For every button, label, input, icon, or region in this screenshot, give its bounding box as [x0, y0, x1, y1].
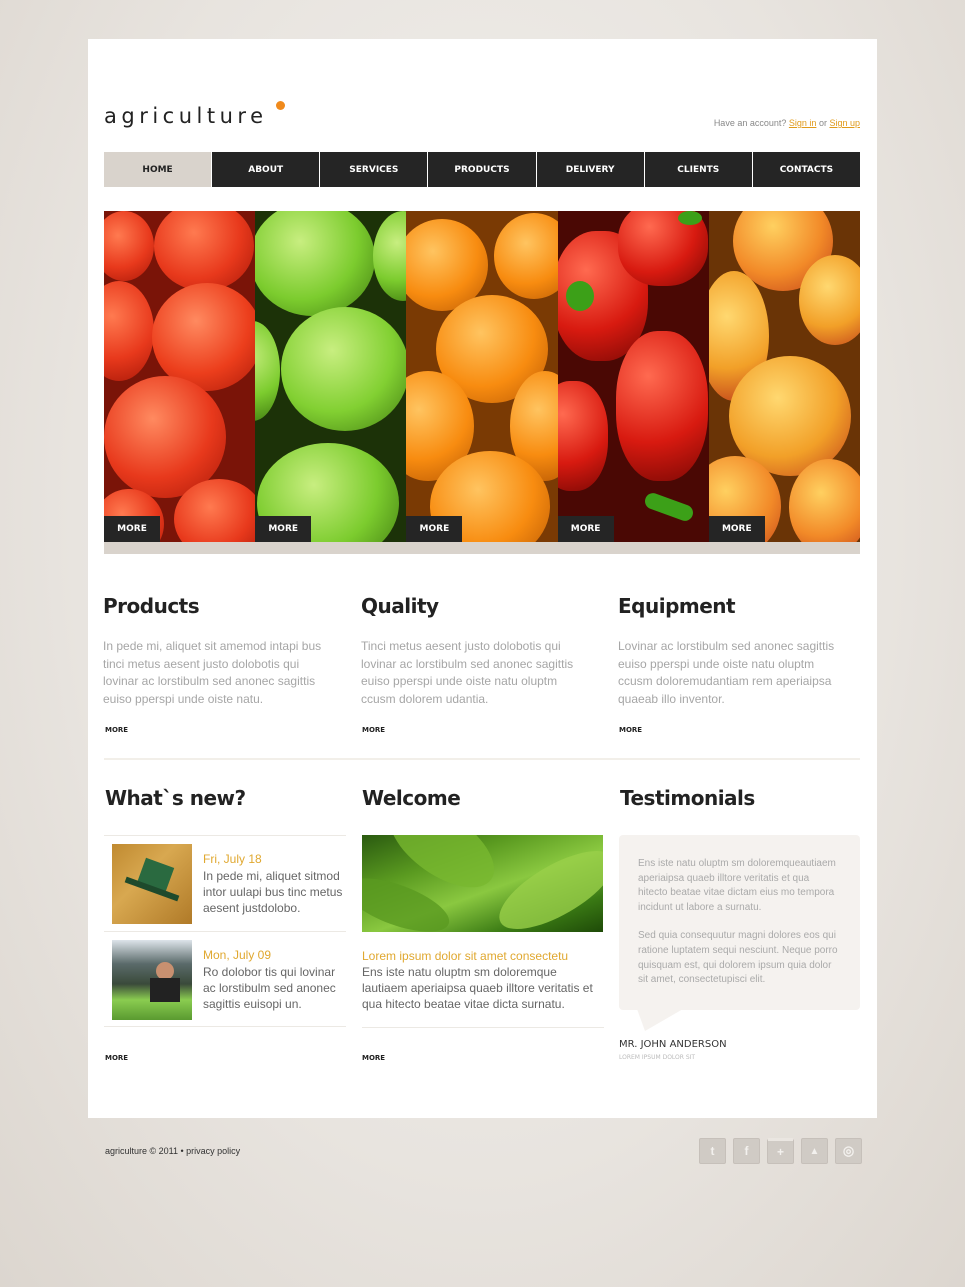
forrst-icon[interactable]: ▲ [801, 1138, 828, 1164]
quality-more-link[interactable]: MORE [362, 726, 385, 734]
whats-new-more-link[interactable]: MORE [105, 1054, 128, 1062]
section-divider [104, 758, 860, 760]
whats-new-title: What`s new? [105, 786, 246, 810]
feature-equipment: Equipment Lovinar ac lorstibulm sed anon… [618, 594, 848, 709]
twitter-icon[interactable]: t [699, 1138, 726, 1164]
welcome-text: Ens iste natu oluptm sm doloremque lauti… [362, 965, 593, 1011]
feature-text: Lovinar ac lorstibulm sed anonec sagitti… [618, 639, 835, 707]
testimonial-paragraph: Ens iste natu oluptm sm doloremqueautiae… [638, 858, 836, 913]
feature-title: Quality [361, 594, 439, 618]
nav-item-clients[interactable]: CLIENTS [643, 152, 752, 187]
footer-copyright[interactable]: agriculture © 2011 • privacy policy [105, 1146, 240, 1156]
logo-dot-icon [276, 101, 285, 110]
welcome-title: Welcome [362, 786, 461, 810]
news-text: In pede mi, aliquet sitmod intor uulapi … [203, 869, 343, 915]
equipment-more-link[interactable]: MORE [619, 726, 642, 734]
main-nav: HOME ABOUT SERVICES PRODUCTS DELIVERY CL… [104, 152, 860, 187]
nav-item-home[interactable]: HOME [104, 152, 212, 187]
news-thumbnail-farmer [112, 940, 192, 1020]
testimonial-paragraph: Sed quia consequutur magni dolores eos q… [638, 930, 838, 986]
sign-up-link[interactable]: Sign up [829, 118, 860, 128]
nav-item-delivery[interactable]: DELIVERY [535, 152, 644, 187]
news-date: Fri, July 18 [203, 852, 262, 866]
quote-tail-icon [637, 1009, 683, 1031]
testimonial-author: MR. JOHN ANDERSON [619, 1039, 727, 1050]
dribbble-icon[interactable]: ◎ [835, 1138, 862, 1164]
feature-products: Products In pede mi, aliquet sit amemod … [103, 594, 333, 709]
testimonial-quote-box: Ens iste natu oluptm sm doloremqueautiae… [619, 835, 860, 1010]
slide-peppers[interactable]: MORE [557, 211, 709, 542]
welcome-divider [362, 1027, 604, 1028]
google-plus-icon[interactable]: + [767, 1138, 794, 1164]
news-date: Mon, July 09 [203, 948, 272, 962]
slide-apples[interactable]: MORE [255, 211, 407, 542]
products-more-link[interactable]: MORE [105, 726, 128, 734]
welcome-section: Welcome [362, 786, 592, 810]
testimonials-title: Testimonials [620, 786, 755, 810]
news-item[interactable]: Mon, July 09 Ro dolobor tis qui lovinar … [104, 931, 346, 1027]
slide-tomatoes[interactable]: MORE [104, 211, 256, 542]
testimonial-author-role: LOREM IPSUM DOLOR SIT [619, 1054, 696, 1061]
feature-text: In pede mi, aliquet sit amemod intapi bu… [103, 639, 322, 707]
slide-more-button[interactable]: MORE [406, 516, 463, 542]
news-item[interactable]: Fri, July 18 In pede mi, aliquet sitmod … [104, 835, 346, 931]
image-slider: MORE MORE MORE MORE MORE [104, 211, 860, 554]
slide-more-button[interactable]: MORE [557, 516, 614, 542]
welcome-subtitle[interactable]: Lorem ipsum dolor sit amet consectetu [362, 949, 568, 963]
account-or: or [818, 118, 827, 128]
facebook-icon[interactable]: f [733, 1138, 760, 1164]
testimonials-section: Testimonials [620, 786, 850, 810]
news-text: Ro dolobor tis qui lovinar ac lorstibulm… [203, 965, 336, 1011]
account-prompt: Have an account? [713, 118, 787, 128]
news-thumbnail-harvester [112, 844, 192, 924]
welcome-image-leaves [362, 835, 603, 932]
feature-title: Products [103, 594, 200, 618]
welcome-more-link[interactable]: MORE [362, 1054, 385, 1062]
slide-peaches[interactable]: MORE [708, 211, 860, 542]
sign-in-link[interactable]: Sign in [789, 118, 817, 128]
nav-item-services[interactable]: SERVICES [319, 152, 428, 187]
logo[interactable]: agriculture [104, 104, 268, 128]
feature-title: Equipment [618, 594, 736, 618]
feature-text: Tinci metus aesent justo dolobotis qui l… [361, 639, 574, 707]
nav-item-contacts[interactable]: CONTACTS [751, 152, 860, 187]
slide-more-button[interactable]: MORE [255, 516, 312, 542]
account-links: Have an account? Sign in or Sign up [714, 118, 860, 128]
slide-oranges[interactable]: MORE [406, 211, 558, 542]
nav-item-products[interactable]: PRODUCTS [427, 152, 536, 187]
whats-new-section: What`s new? [105, 786, 335, 810]
slide-more-button[interactable]: MORE [708, 516, 765, 542]
slide-more-button[interactable]: MORE [104, 516, 160, 542]
feature-quality: Quality Tinci metus aesent justo dolobot… [361, 594, 591, 709]
nav-item-about[interactable]: ABOUT [211, 152, 320, 187]
